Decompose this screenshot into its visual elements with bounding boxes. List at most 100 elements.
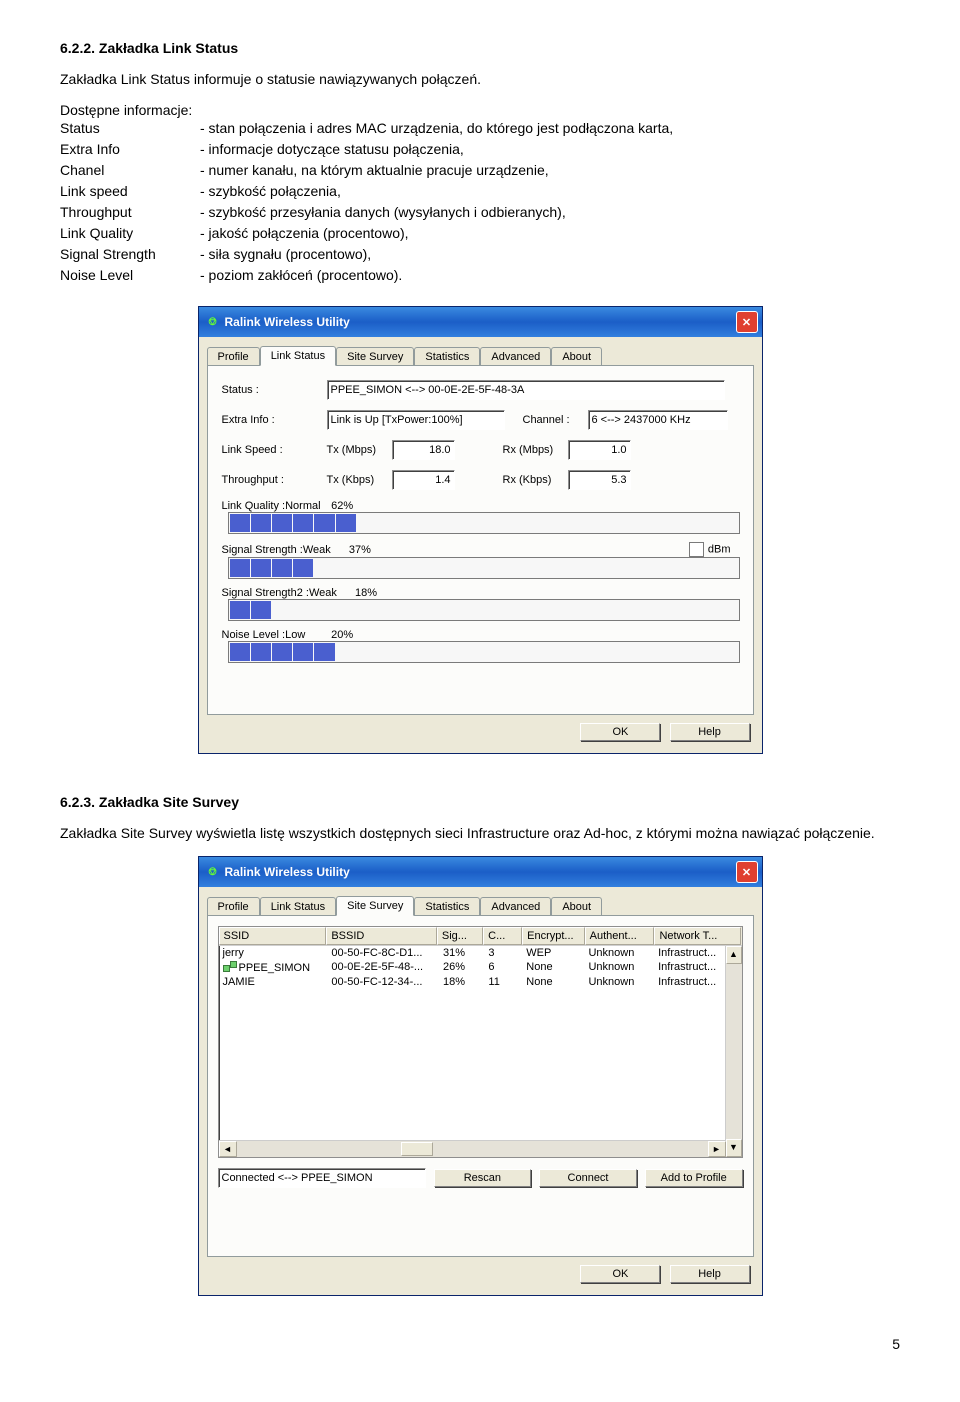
- noise-pct: 20%: [331, 629, 371, 641]
- tab-about[interactable]: About: [551, 347, 602, 367]
- s1-pct: 37%: [349, 544, 389, 556]
- ok-button[interactable]: OK: [580, 1265, 660, 1283]
- def-desc: - poziom zakłóceń (procentowo).: [200, 265, 900, 286]
- tab-site-survey[interactable]: Site Survey: [336, 347, 414, 367]
- cell: Unknown: [584, 960, 654, 975]
- lq-bar: [228, 512, 741, 534]
- page-number: 5: [60, 1336, 900, 1352]
- connected-icon: [223, 961, 237, 971]
- section1-intro: Zakładka Link Status informuje o statusi…: [60, 71, 900, 87]
- table-row[interactable]: JAMIE00-50-FC-12-34-...18%11NoneUnknownI…: [219, 975, 742, 989]
- cell: 18%: [439, 975, 484, 989]
- tab-advanced[interactable]: Advanced: [480, 347, 551, 367]
- def-desc: - szybkość połączenia,: [200, 181, 900, 202]
- def-term: Chanel: [60, 160, 200, 181]
- col-auth[interactable]: Authent...: [585, 927, 655, 945]
- cell: 11: [484, 975, 522, 989]
- ralink-utility-dialog: ⎊ Ralink Wireless Utility ✕ Profile Link…: [198, 306, 763, 754]
- cell: 3: [484, 946, 522, 960]
- status-label: Status :: [222, 384, 327, 396]
- col-signal[interactable]: Sig...: [437, 927, 483, 945]
- table-row[interactable]: PPEE_SIMON00-0E-2E-5F-48-...26%6NoneUnkn…: [219, 960, 742, 975]
- tab-link-status[interactable]: Link Status: [260, 897, 336, 917]
- tabstrip: Profile Link Status Site Survey Statisti…: [207, 896, 754, 916]
- tab-link-status[interactable]: Link Status: [260, 346, 336, 366]
- def-term: Noise Level: [60, 265, 200, 286]
- tab-statistics[interactable]: Statistics: [414, 897, 480, 917]
- help-button[interactable]: Help: [670, 723, 750, 741]
- link-quality-label: Link Quality :: [222, 500, 286, 512]
- tx-kbps-field: 1.4: [392, 470, 455, 490]
- cell: 00-0E-2E-5F-48-...: [327, 960, 439, 975]
- app-icon: ⎊: [205, 864, 221, 880]
- s2-pct: 18%: [355, 587, 395, 599]
- status-row: Connected <--> PPEE_SIMON Rescan Connect…: [218, 1168, 743, 1188]
- tab-statistics[interactable]: Statistics: [414, 347, 480, 367]
- def-desc: - numer kanału, na którym aktualnie prac…: [200, 160, 900, 181]
- def-term: Link speed: [60, 181, 200, 202]
- cell: 00-50-FC-8C-D1...: [327, 946, 439, 960]
- tabstrip: Profile Link Status Site Survey Statisti…: [207, 346, 754, 366]
- help-button[interactable]: Help: [670, 1265, 750, 1283]
- noise-bar: [228, 641, 741, 663]
- def-desc: - szybkość przesyłania danych (wysyłanyc…: [200, 202, 900, 223]
- cell: None: [522, 975, 584, 989]
- ralink-utility-dialog-survey: ⎊ Ralink Wireless Utility ✕ Profile Link…: [198, 856, 763, 1296]
- titlebar[interactable]: ⎊ Ralink Wireless Utility ✕: [199, 857, 762, 887]
- network-list[interactable]: SSID BSSID Sig... C... Encrypt... Authen…: [218, 926, 743, 1158]
- col-encrypt[interactable]: Encrypt...: [522, 927, 585, 945]
- cell: jerry: [219, 946, 328, 960]
- cell: 6: [484, 960, 522, 975]
- throughput-label: Throughput :: [222, 474, 327, 486]
- link-status-panel: Status : PPEE_SIMON <--> 00-0E-2E-5F-48-…: [207, 365, 754, 715]
- connect-button[interactable]: Connect: [539, 1169, 637, 1187]
- rx-mbps-field: 1.0: [568, 440, 631, 460]
- tab-about[interactable]: About: [551, 897, 602, 917]
- rx-kbps-field: 5.3: [568, 470, 631, 490]
- scroll-up-icon[interactable]: ▲: [726, 946, 742, 964]
- horizontal-scrollbar[interactable]: ◄ ►: [219, 1140, 726, 1157]
- col-bssid[interactable]: BSSID: [326, 927, 437, 945]
- noise-level: Low: [285, 629, 331, 641]
- add-profile-button[interactable]: Add to Profile: [645, 1169, 743, 1187]
- tx-mbps-label: Tx (Mbps): [327, 444, 392, 456]
- tx-mbps-field: 18.0: [392, 440, 455, 460]
- window-title: Ralink Wireless Utility: [225, 865, 350, 879]
- scroll-down-icon[interactable]: ▼: [726, 1139, 742, 1157]
- col-nettype[interactable]: Network T...: [654, 927, 741, 945]
- ok-button[interactable]: OK: [580, 723, 660, 741]
- site-survey-panel: SSID BSSID Sig... C... Encrypt... Authen…: [207, 915, 754, 1257]
- section2-intro: Zakładka Site Survey wyświetla listę wsz…: [60, 825, 900, 841]
- cell: Unknown: [584, 946, 654, 960]
- scroll-right-icon[interactable]: ►: [708, 1141, 726, 1157]
- tab-profile[interactable]: Profile: [207, 897, 260, 917]
- tab-profile[interactable]: Profile: [207, 347, 260, 367]
- col-channel[interactable]: C...: [483, 927, 522, 945]
- connection-status-field: Connected <--> PPEE_SIMON: [218, 1168, 426, 1188]
- titlebar[interactable]: ⎊ Ralink Wireless Utility ✕: [199, 307, 762, 337]
- col-ssid[interactable]: SSID: [219, 927, 327, 945]
- tab-site-survey[interactable]: Site Survey: [336, 896, 414, 916]
- window-title: Ralink Wireless Utility: [225, 315, 350, 329]
- definitions-list: Dostępne informacje: Status- stan połącz…: [60, 102, 900, 286]
- cell: 00-50-FC-12-34-...: [327, 975, 439, 989]
- scroll-thumb[interactable]: [401, 1142, 433, 1156]
- table-row[interactable]: jerry00-50-FC-8C-D1...31%3WEPUnknownInfr…: [219, 946, 742, 960]
- channel-field: 6 <--> 2437000 KHz: [588, 410, 728, 430]
- rescan-button[interactable]: Rescan: [434, 1169, 532, 1187]
- vertical-scrollbar[interactable]: ▲ ▼: [725, 946, 742, 1157]
- lq-pct: 62%: [331, 500, 371, 512]
- def-term: Status: [60, 118, 200, 139]
- s1-bar: [228, 557, 741, 579]
- close-button[interactable]: ✕: [736, 311, 758, 333]
- dbm-checkbox[interactable]: [689, 542, 704, 557]
- close-button[interactable]: ✕: [736, 861, 758, 883]
- def-desc: - siła sygnału (procentowo),: [200, 244, 900, 265]
- lq-level: Normal: [285, 500, 331, 512]
- channel-label: Channel :: [523, 414, 588, 426]
- cell: PPEE_SIMON: [219, 960, 328, 975]
- tab-advanced[interactable]: Advanced: [480, 897, 551, 917]
- def-desc: - informacje dotyczące statusu połączeni…: [200, 139, 900, 160]
- rx-mbps-label: Rx (Mbps): [503, 444, 568, 456]
- scroll-left-icon[interactable]: ◄: [219, 1141, 237, 1157]
